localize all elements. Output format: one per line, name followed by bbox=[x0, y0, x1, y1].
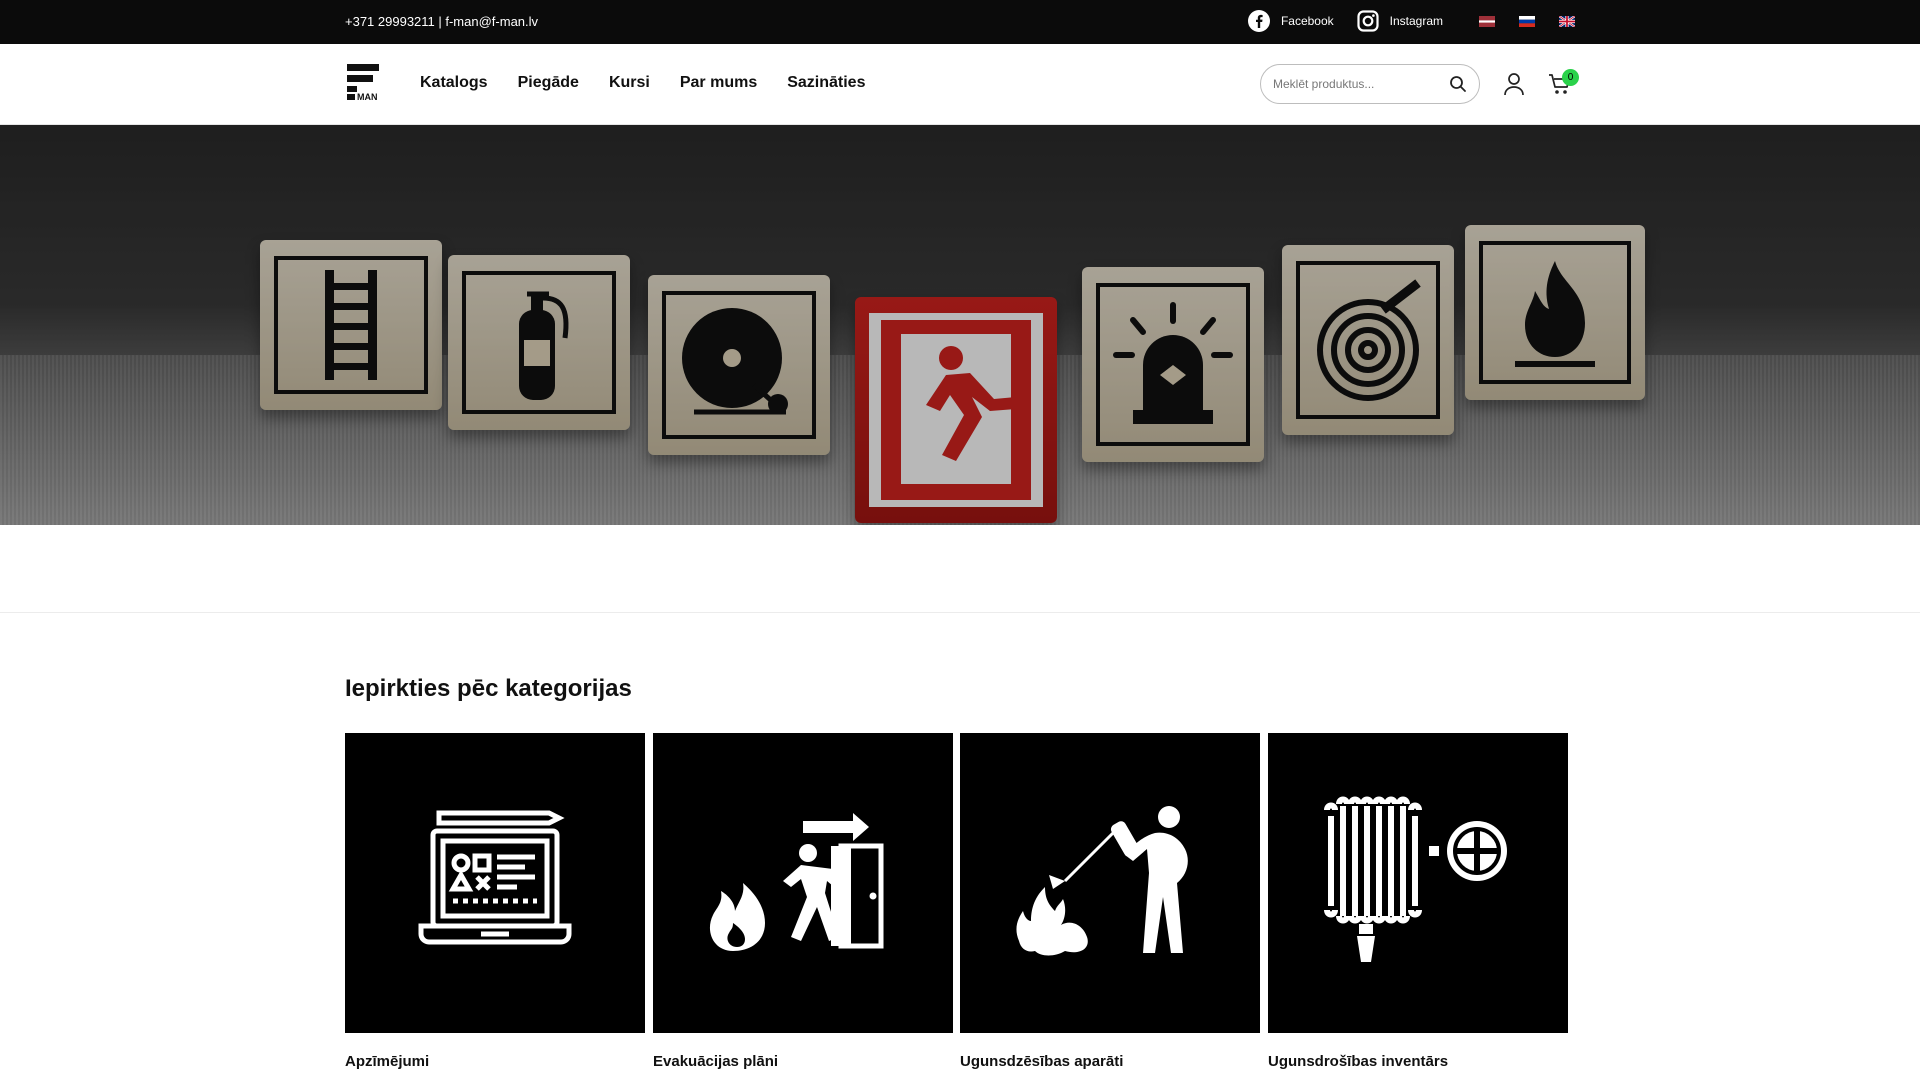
instagram-link[interactable]: Instagram bbox=[1356, 9, 1443, 33]
nav-katalogs[interactable]: Katalogs bbox=[420, 74, 488, 92]
search-input[interactable] bbox=[1273, 77, 1443, 91]
category-tile bbox=[345, 733, 645, 1033]
facebook-link[interactable]: Facebook bbox=[1247, 9, 1334, 33]
extinguishing-person-icon bbox=[1005, 801, 1215, 966]
hero-block-ladder bbox=[260, 240, 442, 410]
ladder-icon bbox=[274, 256, 428, 394]
category-label: Apzīmējumi bbox=[345, 1053, 430, 1070]
hero-block-extinguisher bbox=[448, 255, 630, 430]
category-card-apzimejumi[interactable]: Apzīmējumi bbox=[345, 733, 645, 1070]
category-card-evakuacijas-plani[interactable]: Evakuācijas plāni bbox=[653, 733, 953, 1070]
contact-info: +371 29993211 | f-man@f-man.lv bbox=[345, 14, 539, 29]
hose-icon bbox=[1296, 261, 1440, 419]
category-card-ugunsdzesibas-aparati[interactable]: Ugunsdzēsības aparāti bbox=[960, 733, 1260, 1070]
hero-block-bell bbox=[648, 275, 830, 455]
category-card-ugunsdrosibas-inventars[interactable]: Ugunsdrošības inventārs bbox=[1268, 733, 1568, 1070]
category-tile bbox=[1268, 733, 1568, 1033]
section-divider bbox=[0, 612, 1920, 613]
evacuation-icon bbox=[703, 801, 903, 966]
laptop-signs-icon bbox=[415, 801, 575, 966]
flame-icon bbox=[1479, 241, 1631, 384]
user-icon[interactable] bbox=[1503, 72, 1525, 96]
hero-block-flame bbox=[1465, 225, 1645, 400]
nav-par-mums[interactable]: Par mums bbox=[680, 74, 757, 92]
bell-icon bbox=[662, 291, 816, 439]
facebook-icon bbox=[1247, 9, 1271, 33]
nav-piegade[interactable]: Piegāde bbox=[518, 74, 579, 92]
instagram-label: Instagram bbox=[1389, 14, 1443, 28]
category-tile bbox=[960, 733, 1260, 1033]
exit-icon bbox=[869, 313, 1043, 507]
cart-count-badge: 0 bbox=[1562, 69, 1579, 86]
category-label: Ugunsdrošības inventārs bbox=[1268, 1053, 1449, 1070]
hero-block-siren bbox=[1082, 267, 1264, 462]
en-flag-icon[interactable] bbox=[1559, 15, 1575, 27]
search-icon[interactable] bbox=[1449, 75, 1467, 93]
facebook-label: Facebook bbox=[1280, 14, 1334, 28]
fire-hose-reel-icon bbox=[1313, 796, 1523, 971]
top-bar: +371 29993211 | f-man@f-man.lv Facebook … bbox=[0, 0, 1920, 44]
instagram-icon bbox=[1356, 9, 1380, 33]
social-links: Facebook Instagram bbox=[1247, 9, 1575, 33]
lv-flag-icon[interactable] bbox=[1479, 15, 1495, 27]
hero-block-hose bbox=[1282, 245, 1454, 435]
search-box bbox=[1260, 64, 1480, 104]
category-label: Ugunsdzēsības aparāti bbox=[960, 1053, 1124, 1070]
category-label: Evakuācijas plāni bbox=[653, 1053, 779, 1070]
extinguisher-icon bbox=[462, 271, 616, 414]
siren-icon bbox=[1096, 283, 1250, 446]
hero-banner bbox=[0, 125, 1920, 525]
site-logo[interactable]: MAN bbox=[345, 62, 383, 102]
ru-flag-icon[interactable] bbox=[1519, 15, 1535, 27]
category-tile bbox=[653, 733, 953, 1033]
main-nav: Katalogs Piegāde Kursi Par mums Sazināti… bbox=[420, 74, 865, 92]
logo-text: MAN bbox=[357, 92, 378, 102]
nav-sazinaties[interactable]: Sazināties bbox=[787, 74, 865, 92]
nav-kursi[interactable]: Kursi bbox=[609, 74, 650, 92]
categories-title: Iepirkties pēc kategorijas bbox=[345, 675, 632, 702]
hero-block-exit bbox=[855, 297, 1057, 523]
main-header: MAN Katalogs Piegāde Kursi Par mums Sazi… bbox=[0, 44, 1920, 125]
